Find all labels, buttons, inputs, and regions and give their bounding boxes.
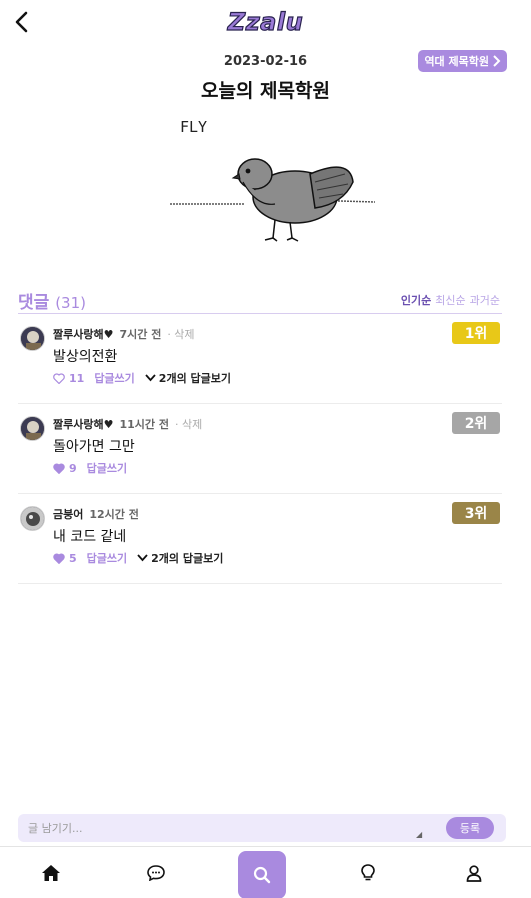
heart-filled-icon: [53, 463, 65, 474]
hall-of-fame-label: 역대 제목학원: [424, 55, 489, 68]
comment-meta: 금붕어 12시간 전: [53, 506, 139, 522]
comments-label: 댓글: [18, 293, 50, 313]
reply-button[interactable]: 답글쓰기: [87, 460, 127, 476]
heart-filled-icon: [53, 553, 65, 564]
comment-text: 돌아가면 그만: [53, 439, 135, 455]
comment-time: 7시간 전: [119, 328, 162, 341]
comments-title: 댓글 (31): [18, 288, 86, 313]
comment-actions: 11 답글쓰기 2개의 답글보기: [53, 370, 231, 386]
comment-text: 발상의전환: [53, 349, 118, 365]
like-count: 11: [69, 371, 85, 385]
comment-meta: 짤루사랑해♥ 11시간 전 · 삭제: [53, 416, 202, 432]
nav-search[interactable]: [238, 851, 286, 898]
comment-input-bar: ◢ 등록: [18, 814, 506, 842]
like-count: 5: [69, 551, 77, 565]
rank-badge: 2위: [452, 412, 500, 434]
like-button[interactable]: 11: [53, 372, 84, 385]
comment-time: 12시간 전: [89, 508, 139, 521]
avatar[interactable]: [20, 506, 45, 531]
delete-button[interactable]: · 삭제: [167, 326, 194, 342]
rank-badge: 1위: [452, 322, 500, 344]
comment-time: 11시간 전: [119, 418, 169, 431]
pigeon-drawing: FLY: [170, 118, 376, 242]
nav-profile[interactable]: [444, 847, 504, 898]
sort-oldest[interactable]: 과거순: [470, 292, 500, 308]
daily-image: FLY: [165, 112, 385, 252]
comment-item: 짤루사랑해♥ 11시간 전 · 삭제 돌아가면 그만 9 답글쓰기 2위: [18, 406, 502, 494]
comments-header: 댓글 (31) 인기순 최신순 과거순: [18, 288, 502, 314]
home-icon: [42, 865, 60, 881]
like-button[interactable]: 9: [53, 462, 77, 475]
sort-newest[interactable]: 최신순: [435, 292, 465, 308]
chevron-down-icon: [145, 374, 156, 382]
lightbulb-icon: [361, 864, 375, 881]
comments-count: (31): [55, 294, 86, 312]
sort-options: 인기순 최신순 과거순: [401, 292, 500, 308]
search-icon: [253, 866, 271, 884]
comment-author[interactable]: 짤루사랑해♥: [53, 326, 113, 342]
user-icon: [466, 864, 482, 882]
reply-button[interactable]: 답글쓰기: [87, 550, 127, 566]
submit-button[interactable]: 등록: [446, 817, 494, 839]
hall-of-fame-button[interactable]: 역대 제목학원: [418, 50, 507, 72]
comment-text: 내 코드 같네: [53, 529, 127, 545]
like-count: 9: [69, 461, 77, 475]
comment-author[interactable]: 금붕어: [53, 506, 83, 522]
rank-badge: 3위: [452, 502, 500, 524]
comment-item: 짤루사랑해♥ 7시간 전 · 삭제 발상의전환 11 답글쓰기 2개의 답글보기…: [18, 316, 502, 404]
avatar[interactable]: [20, 326, 45, 351]
sort-popular[interactable]: 인기순: [401, 292, 431, 308]
view-replies-button[interactable]: 2개의 답글보기: [145, 370, 231, 386]
page-title: 오늘의 제목학원: [201, 80, 330, 102]
image-caption: FLY: [180, 118, 207, 136]
nav-chat[interactable]: [126, 847, 186, 898]
bottom-nav: [0, 846, 531, 898]
nav-home[interactable]: [21, 847, 81, 898]
comment-item: 금붕어 12시간 전 내 코드 같네 5 답글쓰기 2개의 답글보기 3위: [18, 496, 502, 584]
resize-handle-icon[interactable]: ◢: [416, 830, 422, 839]
view-replies-label: 2개의 답글보기: [158, 372, 231, 385]
comment-author[interactable]: 짤루사랑해♥: [53, 416, 113, 432]
nav-ideas[interactable]: [338, 847, 398, 898]
chevron-right-icon: [493, 55, 501, 67]
view-replies-button[interactable]: 2개의 답글보기: [137, 550, 223, 566]
heart-outline-icon: [53, 372, 65, 384]
delete-button[interactable]: · 삭제: [175, 416, 202, 432]
top-bar: Zzalu: [0, 0, 531, 50]
chat-icon: [147, 865, 165, 881]
view-replies-label: 2개의 답글보기: [151, 552, 224, 565]
app-logo[interactable]: Zzalu: [0, 7, 531, 36]
comment-meta: 짤루사랑해♥ 7시간 전 · 삭제: [53, 326, 195, 342]
chevron-down-icon: [137, 554, 148, 562]
avatar[interactable]: [20, 416, 45, 441]
reply-button[interactable]: 답글쓰기: [94, 370, 134, 386]
comment-actions: 5 답글쓰기 2개의 답글보기: [53, 550, 223, 566]
comment-actions: 9 답글쓰기: [53, 460, 127, 476]
like-button[interactable]: 5: [53, 552, 77, 565]
comment-input[interactable]: [28, 818, 428, 838]
